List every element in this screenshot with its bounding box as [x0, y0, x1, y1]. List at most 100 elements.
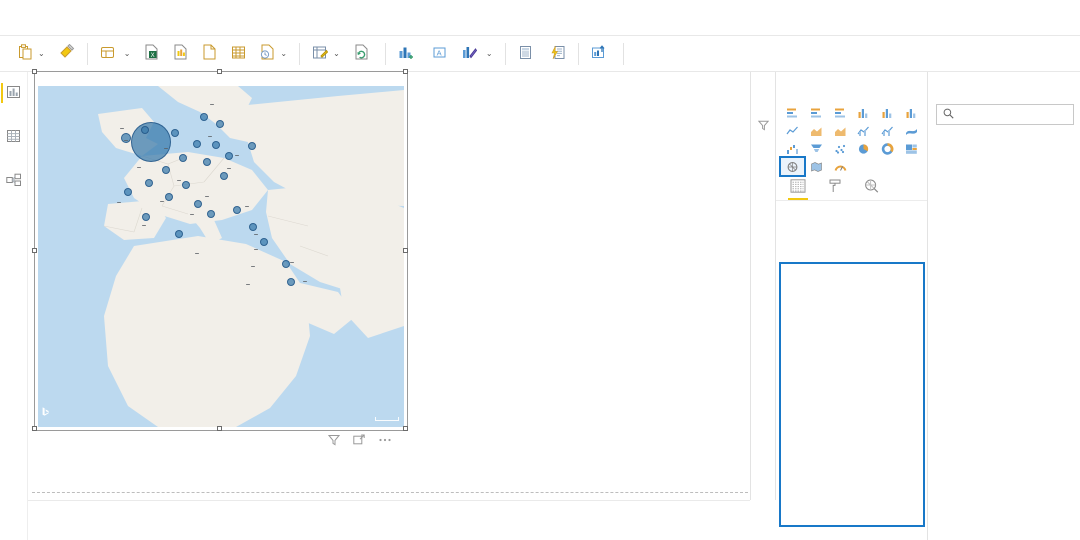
menu-item-insert[interactable]: [64, 0, 90, 36]
map-bubble[interactable]: [212, 141, 220, 149]
map-bubble[interactable]: [282, 260, 290, 268]
viz-type-area-stacked-icon[interactable]: [829, 122, 852, 139]
sidebar-item-report-view[interactable]: [0, 80, 27, 106]
viz-type-ribbon-icon[interactable]: [900, 122, 923, 139]
map-bubble[interactable]: [165, 193, 173, 201]
map-bubble[interactable]: [203, 158, 211, 166]
enter-data-button[interactable]: [224, 39, 253, 69]
publish-button[interactable]: [584, 39, 618, 69]
filter-icon[interactable]: [327, 434, 341, 449]
search-input[interactable]: [936, 104, 1074, 125]
format-painter-button[interactable]: [52, 39, 82, 69]
resize-handle-nw[interactable]: [32, 69, 37, 74]
viz-type-area-icon[interactable]: [805, 122, 828, 139]
get-data-button[interactable]: ⌄: [93, 39, 138, 69]
field-tree[interactable]: [928, 125, 1080, 133]
menu-item-view[interactable]: [116, 0, 142, 36]
map-bubble[interactable]: [225, 152, 233, 160]
more-visuals-chevron-icon[interactable]: ⌄: [486, 49, 493, 58]
map-bubble[interactable]: [171, 129, 179, 137]
recent-sources-button[interactable]: ⌄: [253, 39, 294, 69]
sidebar-item-model-view[interactable]: [1, 168, 27, 194]
transform-data-button[interactable]: ⌄: [305, 39, 347, 69]
report-canvas[interactable]: [28, 69, 750, 500]
resize-handle-ne[interactable]: [403, 69, 408, 74]
resize-handle-s[interactable]: [217, 426, 222, 431]
menu-item-modeling[interactable]: [90, 0, 116, 36]
resize-handle-se[interactable]: [403, 426, 408, 431]
viz-type-bar-h-100-icon[interactable]: [829, 104, 852, 121]
map-bubble[interactable]: [194, 200, 202, 208]
more-visuals-button[interactable]: ⌄: [454, 39, 500, 69]
map-bubble[interactable]: [248, 142, 256, 150]
map-visual[interactable]: [32, 69, 408, 431]
field-wells-panel[interactable]: [779, 262, 925, 527]
viz-type-funnel-icon[interactable]: [805, 140, 828, 157]
map-bubble[interactable]: [131, 122, 171, 162]
menu-item-data-drill[interactable]: [194, 0, 220, 36]
paste-button[interactable]: ⌄: [10, 39, 52, 69]
map-bubble[interactable]: [200, 113, 208, 121]
viz-type-col-v-icon[interactable]: [853, 104, 876, 121]
resize-handle-sw[interactable]: [32, 426, 37, 431]
menu-item-format[interactable]: [168, 0, 194, 36]
fields-tab[interactable]: [788, 179, 808, 200]
analytics-tab[interactable]: [864, 179, 879, 200]
viz-type-line-icon[interactable]: [781, 122, 804, 139]
map-bubble[interactable]: [142, 213, 150, 221]
viz-type-scatter-icon[interactable]: [829, 140, 852, 157]
menu-item-help[interactable]: [142, 0, 168, 36]
new-measure-button[interactable]: [511, 39, 544, 69]
map-bubble[interactable]: [249, 223, 257, 231]
viz-type-waterfall-icon[interactable]: [781, 140, 804, 157]
new-visual-button[interactable]: [391, 39, 425, 69]
sidebar-item-data-view[interactable]: [1, 124, 27, 150]
sql-server-button[interactable]: [195, 39, 224, 69]
viz-type-col-v-100-icon[interactable]: [900, 104, 923, 121]
recent-sources-chevron-icon[interactable]: ⌄: [280, 49, 287, 58]
viz-type-gauge-icon[interactable]: [829, 158, 852, 175]
map-bubble[interactable]: [233, 206, 241, 214]
resize-handle-n[interactable]: [217, 69, 222, 74]
viz-type-col-v-stacked-icon[interactable]: [876, 104, 899, 121]
filters-pane[interactable]: [750, 72, 776, 500]
focus-mode-icon[interactable]: [353, 434, 365, 449]
viz-type-map-icon[interactable]: [779, 156, 806, 177]
get-data-chevron-icon[interactable]: ⌄: [124, 49, 131, 58]
viz-type-bar-h-icon[interactable]: [781, 104, 804, 121]
map-bubble[interactable]: [182, 181, 190, 189]
map-body[interactable]: [38, 86, 404, 427]
map-bubble[interactable]: [121, 133, 131, 143]
map-bubble[interactable]: [141, 126, 149, 134]
viz-type-line-col-stacked-icon[interactable]: [876, 122, 899, 139]
viz-type-bar-h-stacked-icon[interactable]: [805, 104, 828, 121]
quick-measure-button[interactable]: [544, 39, 573, 69]
text-box-button[interactable]: A: [425, 39, 454, 69]
viz-type-line-col-icon[interactable]: [853, 122, 876, 139]
map-bubble[interactable]: [145, 179, 153, 187]
powerbi-dataset-button[interactable]: [166, 39, 195, 69]
viz-type-pie-icon[interactable]: [853, 140, 876, 157]
map-bubble[interactable]: [260, 238, 268, 246]
resize-handle-w[interactable]: [32, 248, 37, 253]
map-bubble[interactable]: [220, 172, 228, 180]
map-bubble[interactable]: [179, 154, 187, 162]
resize-handle-e[interactable]: [403, 248, 408, 253]
excel-import-button[interactable]: X: [137, 39, 166, 69]
viz-type-filled-map-icon[interactable]: [805, 158, 828, 175]
menu-item-home[interactable]: [38, 0, 64, 36]
paste-chevron-icon[interactable]: ⌄: [38, 49, 45, 58]
format-tab[interactable]: [828, 179, 842, 200]
map-bubble[interactable]: [216, 120, 224, 128]
viz-type-donut-icon[interactable]: [876, 140, 899, 157]
refresh-button[interactable]: [347, 39, 380, 69]
map-bubble[interactable]: [193, 140, 201, 148]
map-bubble[interactable]: [175, 230, 183, 238]
map-bubble[interactable]: [162, 166, 170, 174]
map-bubble[interactable]: [124, 188, 132, 196]
map-bubble[interactable]: [207, 210, 215, 218]
more-options-icon[interactable]: [378, 434, 392, 449]
transform-data-chevron-icon[interactable]: ⌄: [333, 49, 340, 58]
map-bubble[interactable]: [287, 278, 295, 286]
menu-item-file[interactable]: [12, 0, 38, 36]
